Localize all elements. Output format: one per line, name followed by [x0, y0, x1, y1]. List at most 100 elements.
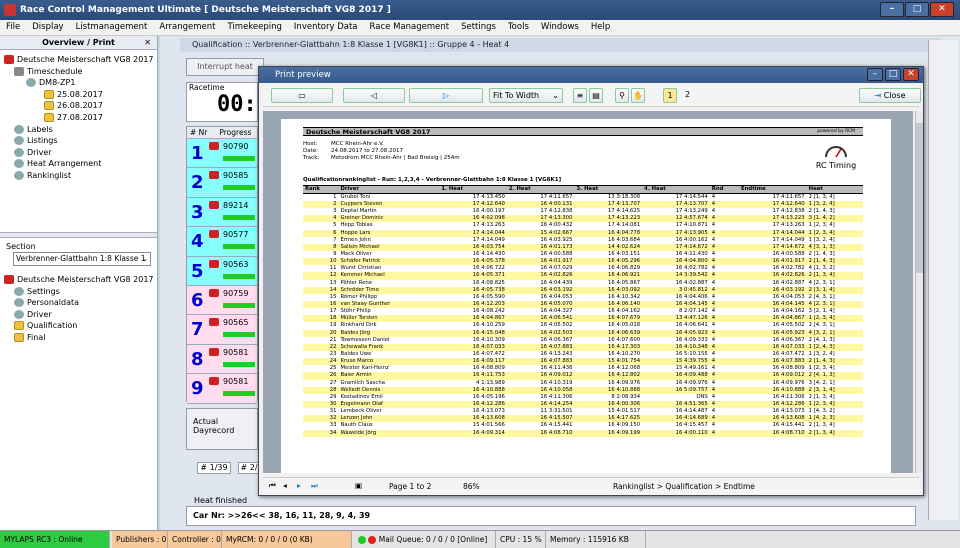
page-2-button[interactable]: 2: [685, 90, 690, 99]
zoom-select[interactable]: Fit To Width ⌄: [489, 88, 563, 103]
preview-canvas[interactable]: Deutsche Meisterschaft VG8 2017 powered b…: [263, 111, 913, 473]
pager-1-label: # 1/39: [200, 463, 228, 472]
hand-icon[interactable]: ✋: [631, 88, 645, 103]
tree2-settings[interactable]: Settings: [4, 286, 157, 298]
tree-label: DM8-ZP1: [39, 78, 76, 88]
minimize-button[interactable]: –: [880, 2, 904, 17]
export-icon[interactable]: ▣: [355, 481, 362, 490]
close-preview-button[interactable]: ⇥ Close: [859, 88, 921, 103]
race-row[interactable]: 5 90563: [187, 256, 257, 286]
menu-settings[interactable]: Settings: [455, 20, 502, 34]
pager-2[interactable]: # 2/: [238, 462, 260, 474]
tree-date-3[interactable]: 27.08.2017: [4, 112, 157, 124]
race-row[interactable]: 8 90581: [187, 344, 257, 375]
tree2-final[interactable]: Final: [4, 332, 157, 344]
menu-listmanagement[interactable]: Listmanagement: [70, 20, 154, 34]
ranking-cell: 16 4:03.192: [739, 286, 807, 294]
pager-1[interactable]: # 1/39: [197, 462, 231, 474]
race-row[interactable]: 1 90790: [187, 139, 257, 169]
zoom-value: Fit To Width: [493, 91, 540, 100]
menu-windows[interactable]: Windows: [535, 20, 585, 34]
race-row[interactable]: 2 90585: [187, 168, 257, 198]
tree-rankinglist[interactable]: Rankinglist: [4, 170, 157, 182]
ranking-cell: 16 4:05.371: [439, 272, 507, 280]
ranking-cell: 4: [709, 272, 740, 280]
ranking-cell: 16 4:02.782: [675, 265, 708, 272]
last-page-icon[interactable]: ⏭: [311, 481, 318, 491]
ranking-cell: 24: [303, 358, 339, 366]
gear-icon: [14, 124, 24, 134]
ranking-cell: 16 4:10.270: [608, 351, 641, 358]
ranking-cell: 16 4:05.590: [472, 293, 505, 300]
race-row[interactable]: 9 90581: [187, 374, 257, 404]
tree-labels[interactable]: Labels: [4, 124, 157, 136]
menu-display[interactable]: Display: [26, 20, 69, 34]
tree2-qualification[interactable]: Qualification: [4, 320, 157, 332]
preview-close-button[interactable]: ✕: [903, 68, 919, 81]
ranking-cell: 16 4:01.917: [739, 258, 807, 266]
tree2-personaldata[interactable]: Personaldata: [4, 297, 157, 309]
controller-text: Controller : 0: [172, 535, 221, 544]
menu-help[interactable]: Help: [585, 20, 616, 34]
tree-dm8zp1[interactable]: DM8-ZP1: [4, 77, 157, 89]
tree-listings[interactable]: Listings: [4, 135, 157, 147]
ranking-cell: 4: [709, 243, 740, 251]
transponder: 90585: [223, 171, 249, 181]
page-1-button[interactable]: 1: [663, 88, 677, 103]
section-label: Section: [6, 242, 36, 251]
next-page-icon[interactable]: ▸: [297, 481, 301, 490]
ranking-cell: 1 [2, 3, 4]: [806, 400, 863, 409]
menu-arrangement[interactable]: Arrangement: [153, 20, 221, 34]
ranking-cell: 2 [1, 4, 3]: [808, 208, 835, 215]
race-row[interactable]: 3 89214: [187, 197, 257, 228]
ranking-cell: 32: [303, 415, 339, 423]
close-icon[interactable]: ✕: [144, 36, 151, 50]
print-button[interactable]: ▭: [271, 88, 333, 103]
tree-event[interactable]: Deutsche Meisterschaft VG8 2017: [4, 54, 157, 66]
tree-driver[interactable]: Driver: [4, 147, 157, 159]
first-page-icon[interactable]: ⏮: [269, 481, 276, 491]
menu-file[interactable]: File: [0, 20, 26, 34]
multi-page-icon[interactable]: ▤: [589, 88, 603, 103]
maximize-button[interactable]: □: [905, 2, 929, 17]
tree-heat-arrangement[interactable]: Heat Arrangement: [4, 158, 157, 170]
preview-footer: ⏮ ◂ ▸ ⏭ ▣ Page 1 to 2 86% Rankinglist > …: [263, 477, 919, 495]
vertical-scrollbar[interactable]: [915, 111, 923, 473]
ranking-cell: 28: [303, 386, 339, 394]
preview-maximize-button[interactable]: □: [885, 68, 901, 81]
tree-date-1[interactable]: 25.08.2017: [4, 89, 157, 101]
ranking-row: 11 Wurst Christian 16 4:06.722 16 4:07.029 1…: [303, 265, 863, 272]
next-page-button[interactable]: ▷: [409, 88, 483, 103]
splitter[interactable]: [0, 232, 157, 238]
menu-inventory-data[interactable]: Inventory Data: [288, 20, 364, 34]
menu-timekeeping[interactable]: Timekeeping: [222, 20, 288, 34]
section-select[interactable]: Verbrenner-Glattbahn 1:8 Klasse 1 ⌄: [13, 252, 151, 266]
ranking-cell: 16 4:07.029: [540, 265, 573, 272]
previous-page-button[interactable]: ◁: [343, 88, 405, 103]
tree-date-2[interactable]: 26.08.2017: [4, 100, 157, 112]
ranking-row: 32 Lenzen John 16 4:13.608 16 4:15.507 16 4:…: [303, 415, 863, 423]
zoom-icon[interactable]: ⚲: [615, 88, 629, 103]
race-row[interactable]: 7 90565: [187, 315, 257, 345]
close-window-button[interactable]: ✕: [930, 2, 954, 17]
tree2-driver[interactable]: Driver: [4, 309, 157, 321]
race-row[interactable]: 6 90759: [187, 285, 257, 316]
ranking-cell: 4: [709, 415, 740, 423]
preview-title: Print preview: [275, 70, 331, 80]
ranking-cell: 4: [711, 293, 716, 300]
ranking-row: 23 Baldes Uwe 16 4:07.472 16 4:13.243 16 4:1…: [303, 351, 863, 358]
ranking-cell: 16 4:02.782: [772, 265, 805, 272]
ranking-cell: 5: [333, 222, 337, 229]
menu-tools[interactable]: Tools: [502, 20, 535, 34]
ranking-cell: Rinkhard Dirk: [340, 322, 377, 329]
col-header: Endtime: [739, 185, 807, 194]
ranking-cell: 4: [711, 365, 716, 372]
single-page-icon[interactable]: ≡: [573, 88, 587, 103]
race-row[interactable]: 4 90577: [187, 227, 257, 257]
preview-minimize-button[interactable]: –: [867, 68, 883, 81]
prev-page-icon[interactable]: ◂: [283, 481, 287, 490]
tree2-event[interactable]: Deutsche Meisterschaft VG8 2017: [4, 274, 157, 286]
tree-timeschedule[interactable]: Timeschedule: [4, 66, 157, 78]
menu-race-management[interactable]: Race Management: [364, 20, 456, 34]
interrupt-heat-button[interactable]: Interrupt heat: [186, 58, 264, 76]
